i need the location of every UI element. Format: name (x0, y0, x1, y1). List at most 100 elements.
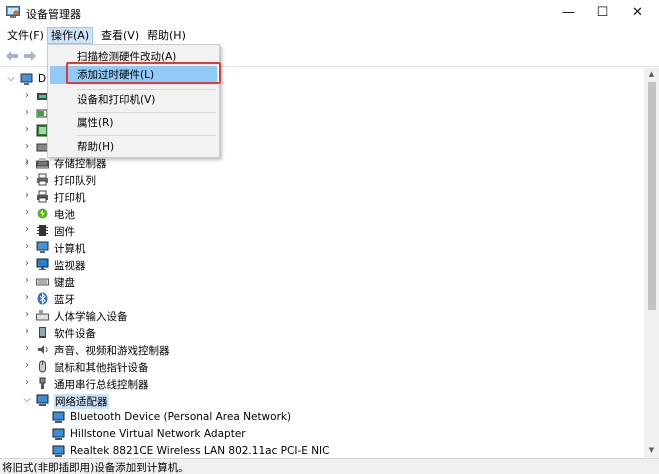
network-device-row[interactable]: Hillstone Virtual Network Adapter (0, 426, 640, 443)
menu-item-help[interactable]: 帮助(H) (50, 138, 217, 156)
tree-category-sound[interactable]: › 声音、视频和游戏控制器 (0, 341, 640, 358)
category-label: 人体学输入设备 (54, 311, 128, 323)
battery-icon (37, 208, 48, 219)
expand-chevron-icon[interactable]: › (22, 258, 32, 270)
printer-icon (37, 190, 48, 203)
device-manager-icon (6, 6, 20, 18)
computer-icon (20, 73, 33, 85)
category-label: 打印队列 (54, 175, 96, 187)
mouse-icon (39, 360, 46, 373)
category-label: 电池 (54, 209, 75, 221)
expand-chevron-icon[interactable]: › (22, 156, 32, 168)
close-button[interactable]: ✕ (620, 0, 655, 25)
hid-icon (36, 310, 49, 321)
monitor-icon (36, 258, 49, 270)
expand-chevron-icon[interactable]: › (22, 292, 32, 304)
tree-category-network[interactable]: ⌵ 网络适配器 (0, 392, 640, 409)
tree-category-mouse[interactable]: › 鼠标和其他指针设备 (0, 358, 640, 375)
close-icon: ✕ (632, 5, 643, 20)
print-queue-icon (37, 173, 48, 186)
menu-separator (77, 112, 216, 113)
expand-chevron-icon[interactable]: › (22, 309, 32, 321)
tree-category-computer[interactable]: › 计算机 (0, 239, 640, 256)
expand-chevron-icon[interactable]: › (22, 377, 32, 389)
tree-category-print-queue[interactable]: › 打印队列 (0, 171, 640, 188)
minimize-button[interactable]: — (551, 0, 586, 25)
tree-category-battery[interactable]: › 电池 (0, 205, 640, 222)
expand-chevron-icon[interactable]: › (22, 343, 32, 355)
tree-category-keyboard[interactable]: › 键盘 (0, 273, 640, 290)
network-adapter-icon (52, 428, 65, 440)
back-button[interactable] (4, 48, 20, 64)
expand-chevron-icon[interactable]: › (22, 141, 32, 153)
expand-chevron-icon[interactable]: › (22, 224, 32, 236)
status-text: 将旧式(非即插即用)设备添加到计算机。 (2, 462, 189, 474)
category-label: 计算机 (54, 243, 86, 255)
scroll-up-icon[interactable]: ▲ (647, 70, 656, 80)
menu-action[interactable]: 操作(A) (47, 27, 94, 44)
vertical-scrollbar[interactable]: ▲ ▼ (644, 68, 659, 458)
category-label: 鼠标和其他指针设备 (54, 362, 149, 374)
menu-separator (77, 135, 216, 136)
tree-category-firmware[interactable]: › 固件 (0, 222, 640, 239)
collapse-chevron-icon[interactable]: ⌵ (6, 73, 16, 85)
forward-arrow-icon (24, 51, 36, 61)
software-device-icon (39, 327, 46, 338)
title-bar: 设备管理器 — ☐ ✕ (0, 0, 659, 25)
menu-separator (77, 89, 216, 90)
maximize-icon: ☐ (596, 5, 609, 20)
tree-category-usb[interactable]: › 通用串行总线控制器 (0, 375, 640, 392)
menu-help[interactable]: 帮助(H) (144, 27, 189, 44)
network-adapter-icon (52, 445, 65, 457)
maximize-button[interactable]: ☐ (585, 0, 620, 25)
keyboard-icon (36, 278, 49, 286)
expand-chevron-icon[interactable]: › (22, 241, 32, 253)
tree-category-software[interactable]: › 软件设备 (0, 324, 640, 341)
status-bar: 将旧式(非即插即用)设备添加到计算机。 (0, 458, 659, 474)
expand-chevron-icon[interactable]: › (22, 207, 32, 219)
category-label-selected: 网络适配器 (54, 394, 109, 409)
network-adapter-icon (36, 394, 49, 406)
scrollbar-thumb[interactable] (648, 82, 656, 310)
menu-item-properties[interactable]: 属性(R) (50, 114, 217, 132)
scroll-down-icon[interactable]: ▼ (647, 446, 656, 456)
category-label: 监视器 (54, 260, 86, 272)
expand-chevron-icon[interactable]: › (22, 90, 32, 102)
expand-chevron-icon[interactable]: › (22, 190, 32, 202)
expand-chevron-icon[interactable]: › (22, 360, 32, 372)
expand-chevron-icon[interactable]: › (22, 326, 32, 338)
menu-item-devices-printers[interactable]: 设备和打印机(V) (50, 91, 217, 109)
category-label: 软件设备 (54, 328, 96, 340)
network-device-row[interactable]: Realtek 8821CE Wireless LAN 802.11ac PCI… (0, 443, 640, 458)
tree-category-bluetooth[interactable]: › 蓝牙 (0, 290, 640, 307)
back-arrow-icon (6, 51, 18, 61)
tree-category-printer[interactable]: › 打印机 (0, 188, 640, 205)
tree-root-label: D (38, 73, 47, 85)
expand-chevron-icon[interactable]: › (22, 124, 32, 136)
category-label: 声音、视频和游戏控制器 (54, 345, 170, 357)
computer-icon (36, 241, 49, 253)
forward-button[interactable] (22, 48, 38, 64)
network-device-row[interactable]: Bluetooth Device (Personal Area Network) (0, 409, 640, 426)
window-title: 设备管理器 (26, 8, 81, 21)
category-label: 固件 (54, 226, 75, 238)
tree-category-monitor[interactable]: › 监视器 (0, 256, 640, 273)
network-device-label: Bluetooth Device (Personal Area Network) (70, 411, 292, 423)
network-adapter-icon (52, 411, 65, 423)
highlight-annotation (66, 62, 221, 84)
tree-category-hid[interactable]: › 人体学输入设备 (0, 307, 640, 324)
category-label: 键盘 (54, 277, 75, 289)
collapse-chevron-icon[interactable]: ⌵ (22, 394, 32, 406)
usb-icon (39, 377, 46, 389)
menu-view[interactable]: 查看(V) (98, 27, 142, 44)
sound-icon (38, 345, 48, 354)
bluetooth-icon (37, 292, 48, 305)
network-device-label: Hillstone Virtual Network Adapter (70, 428, 246, 440)
expand-chevron-icon[interactable]: › (22, 173, 32, 185)
category-label: 通用串行总线控制器 (54, 379, 149, 391)
expand-chevron-icon[interactable]: › (22, 275, 32, 287)
network-device-label: Realtek 8821CE Wireless LAN 802.11ac PCI… (70, 445, 330, 457)
firmware-icon (37, 225, 48, 236)
expand-chevron-icon[interactable]: › (22, 107, 32, 119)
menu-file[interactable]: 文件(F) (4, 27, 47, 44)
